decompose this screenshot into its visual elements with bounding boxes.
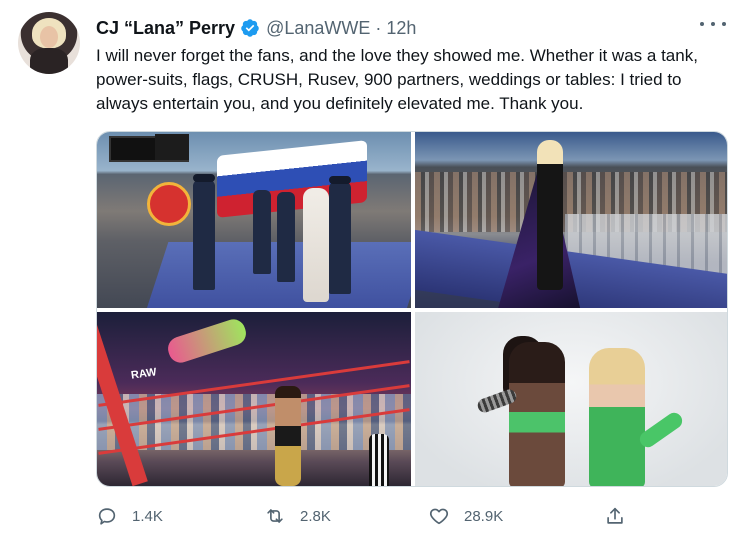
reply-count: 1.4K xyxy=(132,507,163,525)
more-dot xyxy=(700,22,704,26)
soldier xyxy=(277,192,295,282)
referee xyxy=(369,434,389,486)
heart-icon xyxy=(429,508,449,525)
soldier xyxy=(253,190,271,274)
raw-logo: RAW xyxy=(130,366,158,382)
wrestler-left xyxy=(509,342,565,486)
avatar-body xyxy=(30,48,68,74)
flying-wrestler xyxy=(164,316,250,366)
timestamp[interactable]: 12h xyxy=(386,18,416,39)
woman-in-black xyxy=(537,140,563,290)
photo-studio-pose[interactable] xyxy=(415,312,727,486)
tweet-header: CJ “Lana” Perry @LanaWWE · 12h xyxy=(96,16,416,40)
soldier xyxy=(193,180,215,290)
woman-in-white xyxy=(303,188,329,302)
soldier xyxy=(329,182,351,294)
share-button[interactable] xyxy=(604,502,640,530)
more-horizontal-icon[interactable] xyxy=(700,14,726,34)
avatar[interactable] xyxy=(18,12,80,74)
tweet[interactable]: CJ “Lana” Perry @LanaWWE · 12h I will ne… xyxy=(0,0,752,548)
photo-ring-action[interactable]: RAW xyxy=(97,312,411,486)
photo-parade-flag[interactable] xyxy=(97,132,411,308)
like-button[interactable]: 28.9K xyxy=(428,502,503,530)
reply-button[interactable]: 1.4K xyxy=(96,502,163,530)
wrestler-right xyxy=(589,348,645,486)
more-dot xyxy=(722,22,726,26)
display-name[interactable]: CJ “Lana” Perry xyxy=(96,18,235,39)
tweet-text: I will never forget the fans, and the lo… xyxy=(96,46,698,113)
media-grid: RAW xyxy=(96,131,728,487)
star-emblem xyxy=(147,182,191,226)
retweet-button[interactable]: 2.8K xyxy=(264,502,331,530)
stadium-screen xyxy=(155,134,189,160)
soldier-cap xyxy=(193,174,215,182)
soldier-cap xyxy=(329,176,351,184)
retweet-count: 2.8K xyxy=(300,507,331,525)
share-icon xyxy=(607,507,623,524)
retweet-icon xyxy=(267,509,283,523)
separator-dot: · xyxy=(375,17,382,38)
handle[interactable]: @LanaWWE xyxy=(266,18,370,39)
like-count: 28.9K xyxy=(464,507,504,525)
action-bar: 1.4K 2.8K 28.9K xyxy=(96,502,636,530)
more-dot xyxy=(711,22,715,26)
wrestler xyxy=(275,386,301,486)
verified-icon xyxy=(241,19,259,37)
photo-entrance-cape[interactable] xyxy=(415,132,727,308)
reply-icon xyxy=(98,508,116,525)
avatar-face xyxy=(40,26,58,48)
